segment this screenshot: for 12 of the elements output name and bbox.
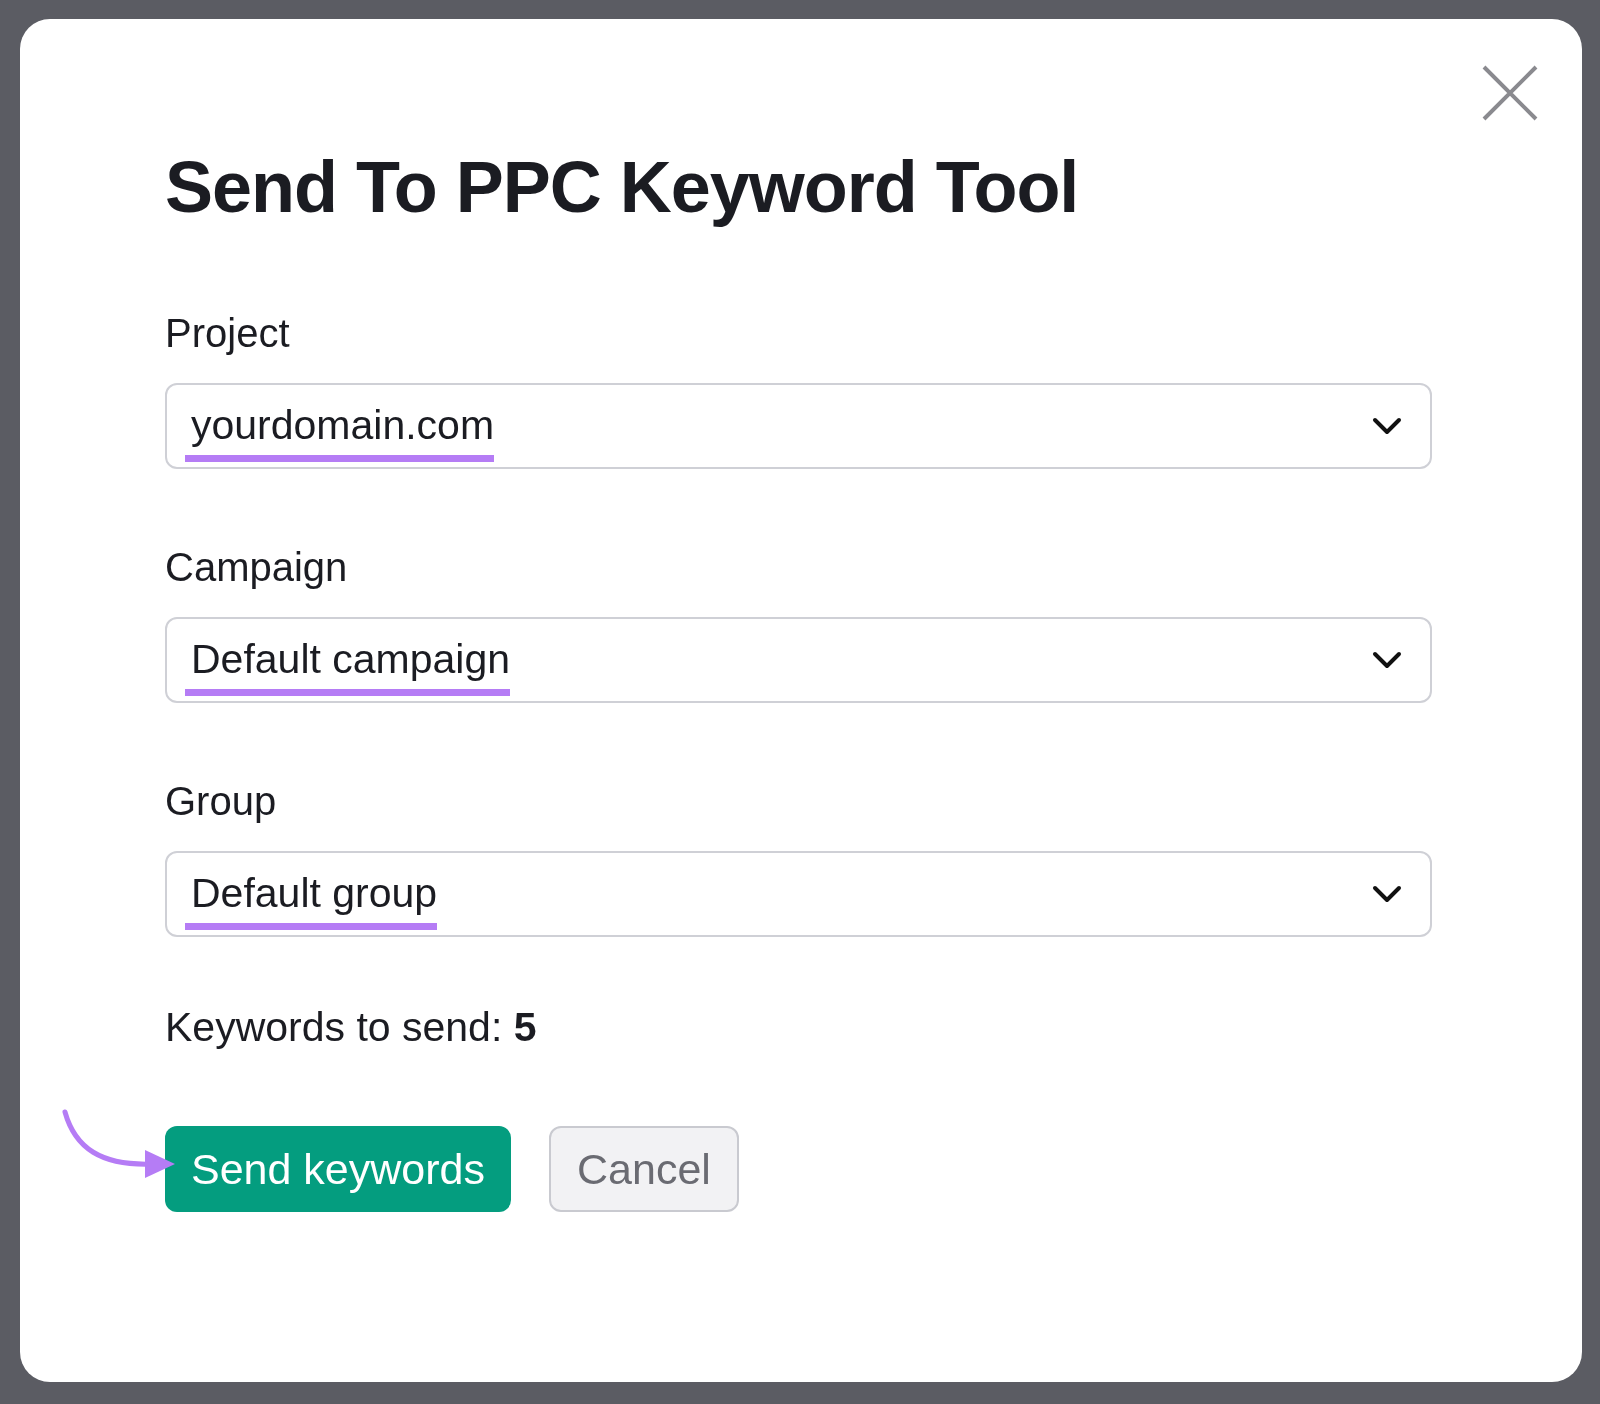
dropdown-field[interactable]: Default group [165,851,1432,937]
dropdown-field[interactable]: Default campaign [165,617,1432,703]
cancel-button[interactable]: Cancel [549,1126,739,1212]
close-icon[interactable] [1482,65,1538,121]
field-label: Group [165,781,278,821]
keywords-count-text: Keywords to send: 5 [165,1007,538,1048]
field-label: Project [165,313,291,353]
dropdown-field[interactable]: yourdomain.com [165,383,1432,469]
chevron-down-icon [1372,417,1402,435]
field-label: Campaign [165,547,349,587]
chevron-down-icon [1372,885,1402,903]
chevron-down-icon [1372,651,1402,669]
